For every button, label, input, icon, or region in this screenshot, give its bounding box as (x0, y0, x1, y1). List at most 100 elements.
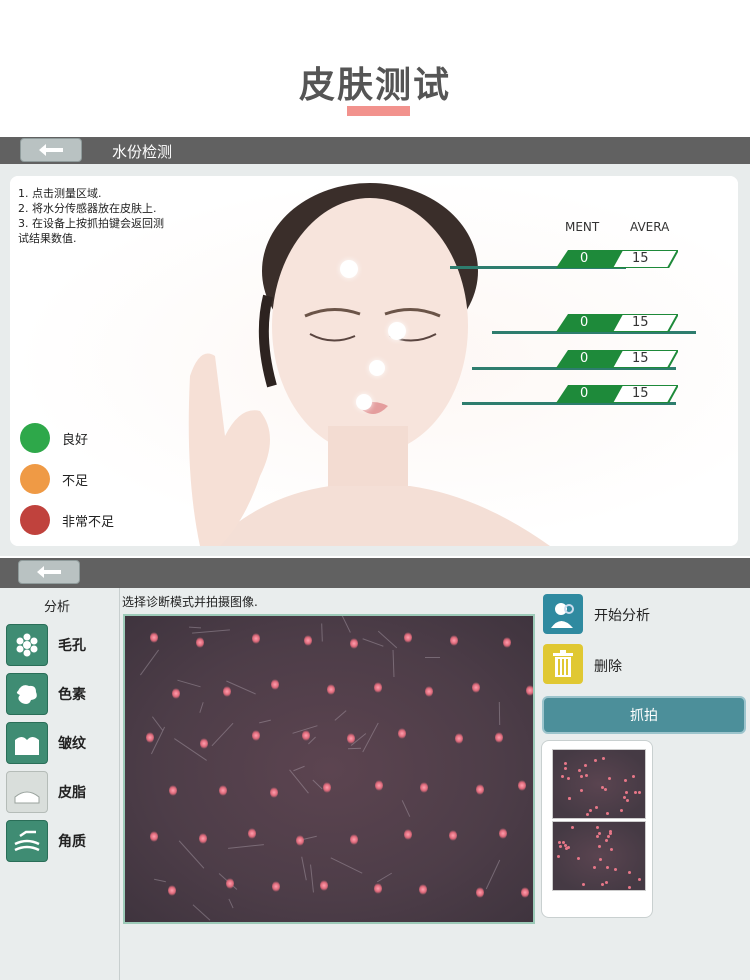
capture-button[interactable]: 抓拍 (542, 696, 746, 734)
skin-texture-line (151, 716, 164, 731)
thumbnail-pore (580, 775, 583, 778)
thumbnail-pore (596, 835, 599, 838)
instruction-line: 试结果数值. (18, 232, 77, 245)
analysis-sidebar: 分析 毛孔 色素 皱纹 皮脂 角质 (0, 588, 120, 980)
legend-item-good: 良好 (20, 423, 88, 453)
skin-pore (455, 733, 463, 744)
skin-pore (404, 632, 412, 643)
skin-texture-line (362, 722, 379, 753)
thumbnail-pore (628, 871, 631, 874)
skin-pore (449, 830, 457, 841)
skin-pore (252, 633, 260, 644)
skin-pore (526, 685, 533, 696)
skin-pore (495, 732, 503, 743)
thumbnail[interactable] (552, 749, 646, 819)
tool-label: 皮脂 (58, 785, 86, 801)
thumbnail-pore (626, 799, 629, 802)
tool-label: 色素 (58, 687, 86, 703)
skin-pore (320, 880, 328, 891)
skin-texture-line (199, 702, 204, 713)
legend-item-very-insufficient: 非常不足 (20, 505, 114, 535)
title-underline (347, 106, 410, 116)
thumbnail-pore (564, 762, 567, 765)
face-photo-card: 1. 点击测量区域. 2. 将水分传感器放在皮肤上. 3. 在设备上按抓拍键会返… (10, 176, 738, 546)
back-button[interactable] (20, 138, 82, 162)
skin-pore (223, 686, 231, 697)
start-analysis-label[interactable]: 开始分析 (594, 605, 650, 625)
thumbnail-pore (598, 832, 601, 835)
skin-texture-line (289, 769, 309, 794)
skin-pore (503, 637, 511, 648)
tool-pigment[interactable]: 色素 (6, 673, 116, 715)
thumbnail-pore (632, 775, 635, 778)
skin-pore (499, 828, 507, 839)
skin-pore (304, 635, 312, 646)
reading-average: 15 (632, 315, 649, 330)
skin-texture-line (192, 629, 230, 634)
thumbnail-pore (561, 775, 564, 778)
measure-spot-right-cheek[interactable] (388, 322, 406, 340)
thumbnail-pore (571, 826, 574, 829)
thumbnail-pore (608, 777, 611, 780)
thumbnail-pore (606, 866, 609, 869)
tool-sebum[interactable]: 皮脂 (6, 771, 116, 813)
skin-texture-line (139, 649, 160, 676)
skin-pore (272, 881, 280, 892)
tool-keratin[interactable]: 角质 (6, 820, 116, 862)
skin-pore (425, 686, 433, 697)
thumbnail-pore (557, 855, 560, 858)
thumbnail-pore (628, 886, 631, 889)
skin-texture-line (425, 657, 440, 658)
capture-hint: 选择诊断模式并拍摄图像. (122, 595, 258, 609)
skin-texture-line (321, 623, 323, 642)
thumbnail-pore (562, 841, 565, 844)
skin-texture-line (228, 844, 264, 849)
skin-texture-line (293, 765, 305, 772)
legend-dot-green (20, 423, 50, 453)
skin-texture-line (334, 710, 347, 721)
start-analysis-icon-button[interactable] (543, 594, 583, 634)
skin-pore (404, 829, 412, 840)
thumbnail-pore (620, 809, 623, 812)
skin-texture-line (330, 857, 363, 874)
arrow-left-icon (37, 566, 61, 578)
measure-spot-chin[interactable] (356, 394, 372, 410)
skin-pore (350, 834, 358, 845)
skin-pore (476, 887, 484, 898)
delete-label[interactable]: 删除 (594, 656, 622, 676)
thumbnail-pore (638, 791, 641, 794)
skin-pore (374, 682, 382, 693)
thumbnail-pore (586, 813, 589, 816)
reading-value: 0 (580, 351, 589, 366)
thumbnail-pore (584, 764, 587, 767)
skin-texture-line (498, 701, 501, 726)
skin-pore (450, 635, 458, 646)
thumbnail-pore (638, 878, 641, 881)
moisture-titlebar: 水份检测 (0, 137, 750, 164)
legend-label: 不足 (62, 473, 89, 489)
tool-wrinkle[interactable]: 皱纹 (6, 722, 116, 764)
instruction-line: 2. 将水分传感器放在皮肤上. (18, 202, 157, 215)
skin-texture-line (178, 840, 205, 869)
thumbnail-pore (625, 791, 628, 794)
reading-bar (556, 350, 678, 368)
instruction-line: 3. 在设备上按抓拍键会返回测 (18, 217, 164, 230)
tool-pores[interactable]: 毛孔 (6, 624, 116, 666)
measure-spot-forehead[interactable] (340, 260, 358, 278)
skin-pore (375, 780, 383, 791)
thumbnail-pore (614, 868, 617, 871)
camera-view[interactable] (123, 614, 535, 924)
reading-value: 0 (580, 251, 589, 266)
reading-average: 15 (632, 251, 649, 266)
thumbnail-pore (602, 757, 605, 760)
thumbnail[interactable] (552, 821, 646, 891)
back-button[interactable] (18, 560, 80, 584)
skin-texture-line (301, 856, 307, 881)
thumbnail-pore (582, 883, 585, 886)
measure-spot-nose[interactable] (369, 360, 385, 376)
legend-dot-red (20, 505, 50, 535)
thumbnail-panel (541, 740, 653, 918)
legend-item-insufficient: 不足 (20, 464, 88, 494)
delete-icon-button[interactable] (543, 644, 583, 684)
measurement-column-header: MENT (565, 220, 600, 234)
